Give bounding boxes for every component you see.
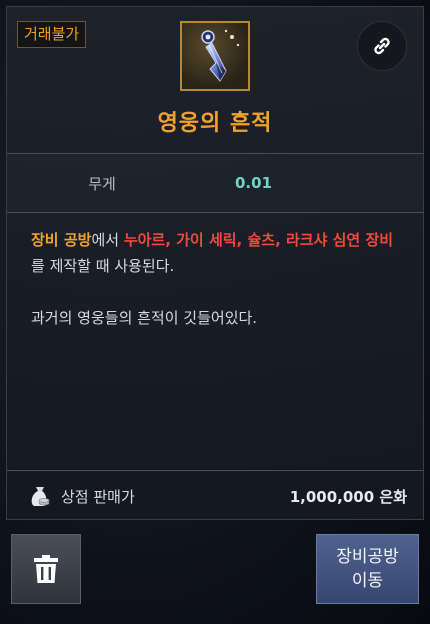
move-label-line1: 장비공방 <box>336 547 399 567</box>
sell-price-row: 상점 판매가 1,000,000 은화 <box>7 471 423 521</box>
item-description: 장비 공방에서 누아르, 가이 세릭, 슐츠, 라크샤 심연 장비를 제작할 때… <box>7 213 423 471</box>
usage-connector: 에서 <box>91 231 124 249</box>
item-tooltip-screen: 거래불가 영웅의 흔적 무게 0.01 장비 공방에서 누아르, 가이 세릭, … <box>0 0 430 624</box>
item-name: 영웅의 흔적 <box>157 111 273 136</box>
stats-row: 무게 0.01 <box>7 154 423 213</box>
weight-label: 무게 <box>88 174 116 193</box>
workshop-name: 장비 공방 <box>31 231 92 249</box>
go-to-workshop-label: 장비공방 이동 <box>336 545 399 593</box>
sell-price-value: 1,000,000 은화 <box>289 487 407 506</box>
delete-item-button[interactable] <box>11 534 81 604</box>
link-icon <box>370 34 394 58</box>
move-label-line2: 이동 <box>351 571 384 591</box>
coin-bag-icon <box>29 484 51 508</box>
usage-suffix: 를 제작할 때 사용된다. <box>31 257 175 275</box>
trash-icon <box>33 554 59 584</box>
weight-value: 0.01 <box>235 174 273 192</box>
crystal-hammer-icon <box>180 21 250 91</box>
share-link-button[interactable] <box>357 21 407 71</box>
sell-price-label: 상점 판매가 <box>61 487 135 506</box>
flavor-text: 과거의 영웅들의 흔적이 깃들어있다. <box>31 309 258 327</box>
tooltip-header: 거래불가 영웅의 흔적 <box>7 7 423 154</box>
equipment-list: 누아르, 가이 세릭, 슐츠, 라크샤 심연 장비 <box>123 231 394 249</box>
go-to-equipment-workshop-button[interactable]: 장비공방 이동 <box>316 534 419 604</box>
item-tooltip-card: 거래불가 영웅의 흔적 무게 0.01 장비 공방에서 누아르, 가이 세릭, … <box>6 6 424 520</box>
trade-restriction-badge: 거래불가 <box>17 21 87 48</box>
usage-text: 장비 공방에서 누아르, 가이 세릭, 슐츠, 라크샤 심연 장비를 제작할 때… <box>31 227 399 279</box>
